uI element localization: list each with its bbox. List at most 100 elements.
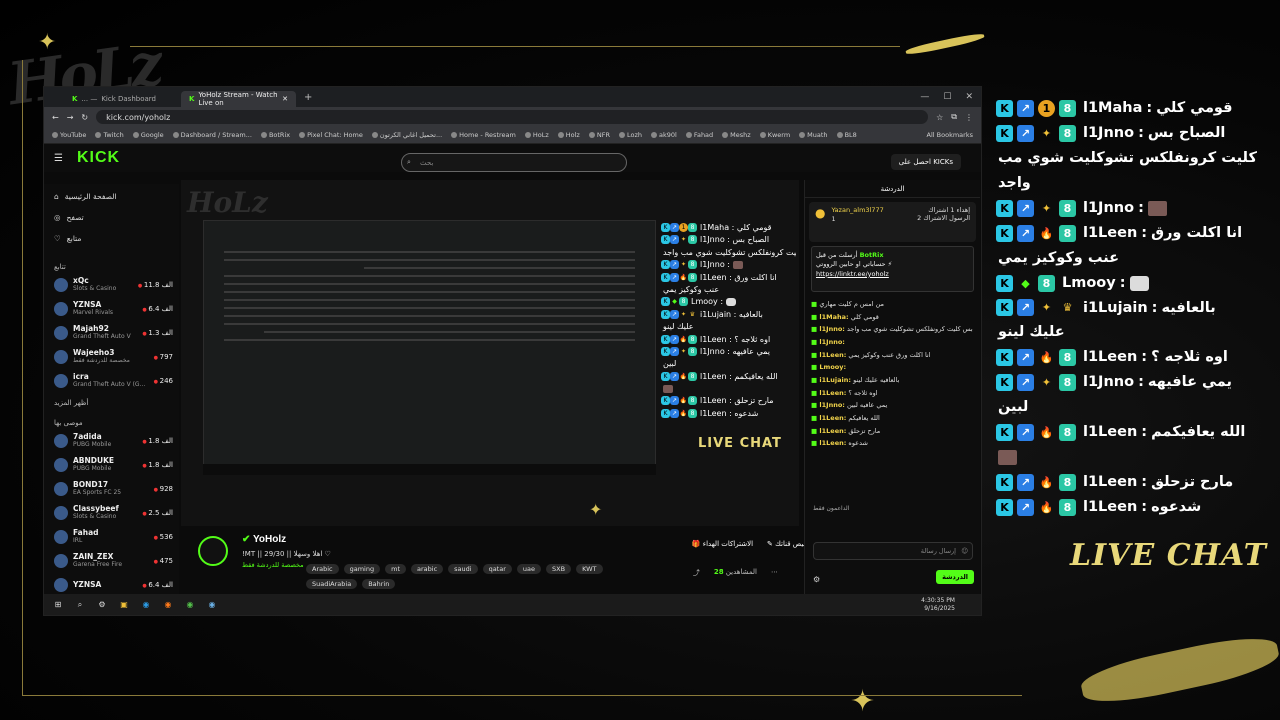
chat-username[interactable]: l1Jnno: xyxy=(819,401,845,409)
bookmark-item[interactable]: BL8 xyxy=(836,131,857,139)
bookmark-item[interactable]: NFR xyxy=(588,131,610,139)
emoji-icon[interactable]: ☺ xyxy=(961,547,968,555)
kick-logo[interactable]: KICK xyxy=(77,149,120,167)
all-bookmarks-link[interactable]: All Bookmarks xyxy=(927,131,973,139)
menu-kebab-icon[interactable]: ⋮ xyxy=(965,113,973,122)
chat-username[interactable]: l1Maha: xyxy=(819,313,848,321)
forward-icon[interactable]: → xyxy=(67,113,74,122)
chat-username[interactable]: Lmooy: xyxy=(819,363,846,371)
windows-start-icon[interactable]: ⊞ xyxy=(52,599,64,611)
chat-username[interactable]: l1Leen: xyxy=(819,427,846,435)
steam-icon[interactable]: ◉ xyxy=(206,599,218,611)
star-bookmark-icon[interactable]: ☆ xyxy=(936,113,943,122)
stream-tag[interactable]: KWT xyxy=(576,564,603,574)
star-decoration: ✦ xyxy=(850,684,876,719)
sidebar-channel[interactable]: xQcSlots & Casino 11.8 الف xyxy=(44,273,179,297)
channel-name[interactable]: ✔ YoHolz xyxy=(242,534,286,545)
bookmark-item[interactable]: Dashboard / Stream... xyxy=(172,131,252,139)
chat-username[interactable]: l1Leen: xyxy=(819,389,846,397)
stream-tag[interactable]: Bahrin xyxy=(362,579,396,589)
bookmark-item[interactable]: Muath xyxy=(799,131,828,139)
minimize-icon[interactable]: — xyxy=(920,92,929,102)
nav-following[interactable]: ♡ متابع xyxy=(44,228,179,249)
stream-tag[interactable]: mt xyxy=(385,564,406,574)
extensions-icon[interactable]: ⧉ xyxy=(951,112,957,122)
bookmark-item[interactable]: ak90l xyxy=(650,131,677,139)
stream-tag[interactable]: arabic xyxy=(411,564,444,574)
edge-icon[interactable]: ◉ xyxy=(140,599,152,611)
chat-send-button[interactable]: الدردشة xyxy=(936,570,974,584)
sidebar-channel[interactable]: FahadIRL 536 xyxy=(44,525,179,549)
chat-settings-icon[interactable]: ⚙ xyxy=(813,575,820,584)
sidebar-channel[interactable]: ZAIN_ZEXGarena Free Fire 475 xyxy=(44,549,179,573)
chat-username[interactable]: l1Leen: xyxy=(819,351,846,359)
maximize-icon[interactable]: ☐ xyxy=(943,92,951,102)
firefox-icon[interactable]: ◉ xyxy=(162,599,174,611)
stream-category[interactable]: مخصصة للدردشة فقط xyxy=(242,561,304,569)
reload-icon[interactable]: ↻ xyxy=(81,113,88,122)
stream-tag[interactable]: qatar xyxy=(482,564,512,574)
chat-username[interactable]: l1Leen: xyxy=(819,439,846,447)
search-input[interactable]: ⌕ بحث xyxy=(401,153,627,172)
bookmark-item[interactable]: Meshz xyxy=(722,131,751,139)
bookmark-item[interactable]: Holz xyxy=(557,131,580,139)
sidebar-channel[interactable]: ClassybeefSlots & Casino 2.5 الف xyxy=(44,501,179,525)
share-icon[interactable]: ⤴ xyxy=(693,568,700,578)
stream-tag[interactable]: SXB xyxy=(546,564,572,574)
bookmark-item[interactable]: Google xyxy=(132,131,164,139)
sidebar-channel[interactable]: YZNSAMarvel Rivals 6.4 الف xyxy=(44,297,179,321)
sidebar-channel[interactable]: 7adidaPUBG Mobile 1.8 الف xyxy=(44,429,179,453)
chat-username[interactable]: l1Jnno: xyxy=(819,338,845,346)
bookmark-item[interactable]: Kwerm xyxy=(759,131,790,139)
sidebar-channel[interactable]: Majah92Grand Theft Auto V 1.3 الف xyxy=(44,321,179,345)
bookmark-item[interactable]: Twitch xyxy=(95,131,124,139)
nav-home[interactable]: ⌂ الصفحة الرئيسية xyxy=(44,186,179,207)
chat-username[interactable]: l1Jnno: xyxy=(819,325,845,333)
bookmark-item[interactable]: YouTube xyxy=(52,131,86,139)
bookmark-item[interactable]: تحميل اغاني الكرتون... xyxy=(371,131,442,139)
star-badge-icon: ✦ xyxy=(680,261,687,269)
bookmark-item[interactable]: HoLz xyxy=(524,131,549,139)
chat-username[interactable]: i1Lujain: xyxy=(819,376,851,384)
stream-tag[interactable]: SuadiArabia xyxy=(306,579,358,589)
hamburger-icon[interactable]: ☰ xyxy=(54,153,63,164)
new-tab-icon[interactable]: + xyxy=(298,92,318,103)
channel-avatar[interactable] xyxy=(198,536,228,566)
chrome-icon[interactable]: ◉ xyxy=(184,599,196,611)
gift-subs-button[interactable]: 🎁 الاشتراكات الهداء xyxy=(692,540,753,548)
more-icon[interactable]: ⋯ xyxy=(771,568,778,578)
search-icon[interactable]: ⌕ xyxy=(74,599,86,611)
url-field[interactable]: kick.com/yoholz xyxy=(96,110,929,124)
chat-username[interactable]: l1Leen: xyxy=(819,414,846,422)
stream-tag[interactable]: saudi xyxy=(448,564,478,574)
bookmark-item[interactable]: BotRix xyxy=(260,131,290,139)
stream-tag[interactable]: Arabic xyxy=(306,564,339,574)
separator: : xyxy=(729,223,737,232)
sidebar-channel[interactable]: Wajeeho3مخصصة للدردشة فقط 797 xyxy=(44,345,179,369)
sidebar-channel[interactable]: icraGrand Theft Auto V (G... 246 xyxy=(44,369,179,393)
close-icon[interactable]: ✕ xyxy=(282,95,288,103)
sidebar-channel[interactable]: ABNDUKEPUBG Mobile 1.8 الف xyxy=(44,453,179,477)
bookmark-item[interactable]: Fahad xyxy=(685,131,713,139)
video-player[interactable]: HoLz K ↗ 1 8 l1Maha : قومي كلي K ↗ ✦ 8 l1Jnno : ا… xyxy=(181,180,799,526)
bookmark-item[interactable]: Home - Restream xyxy=(451,131,516,139)
nav-browse[interactable]: ◎ تصفح xyxy=(44,207,179,228)
stream-tag[interactable]: uae xyxy=(516,564,542,574)
channel-category: مخصصة للدردشة فقط xyxy=(73,356,130,364)
show-more-link[interactable]: أظهر المزيد xyxy=(44,393,179,409)
bot-link[interactable]: https://linktr.ee/yoholz xyxy=(816,270,889,278)
bookmark-item[interactable]: Pixel Chat: Home xyxy=(299,131,363,139)
sidebar-channel[interactable]: BOND17EA Sports FC 25 928 xyxy=(44,477,179,501)
back-icon[interactable]: ← xyxy=(52,113,59,122)
tab-yoholz-stream[interactable]: K YoHolz Stream - Watch Live on ✕ xyxy=(181,91,296,107)
emote-icon xyxy=(732,260,743,269)
get-kicks-button[interactable]: احصل على KICKs xyxy=(890,154,961,170)
settings-icon[interactable]: ⚙ xyxy=(96,599,108,611)
chat-input[interactable]: إرسال رسالة ☺ xyxy=(813,542,973,560)
stream-tag[interactable]: gaming xyxy=(343,564,381,574)
tab-kick-dashboard[interactable]: K... — Kick Dashboard xyxy=(64,91,179,107)
bookmark-item[interactable]: Lozh xyxy=(618,131,642,139)
close-window-icon[interactable]: ✕ xyxy=(965,92,973,102)
folder-icon[interactable]: ▣ xyxy=(118,599,130,611)
system-clock[interactable]: 4:30:35 PM 9/16/2025 xyxy=(921,597,975,611)
